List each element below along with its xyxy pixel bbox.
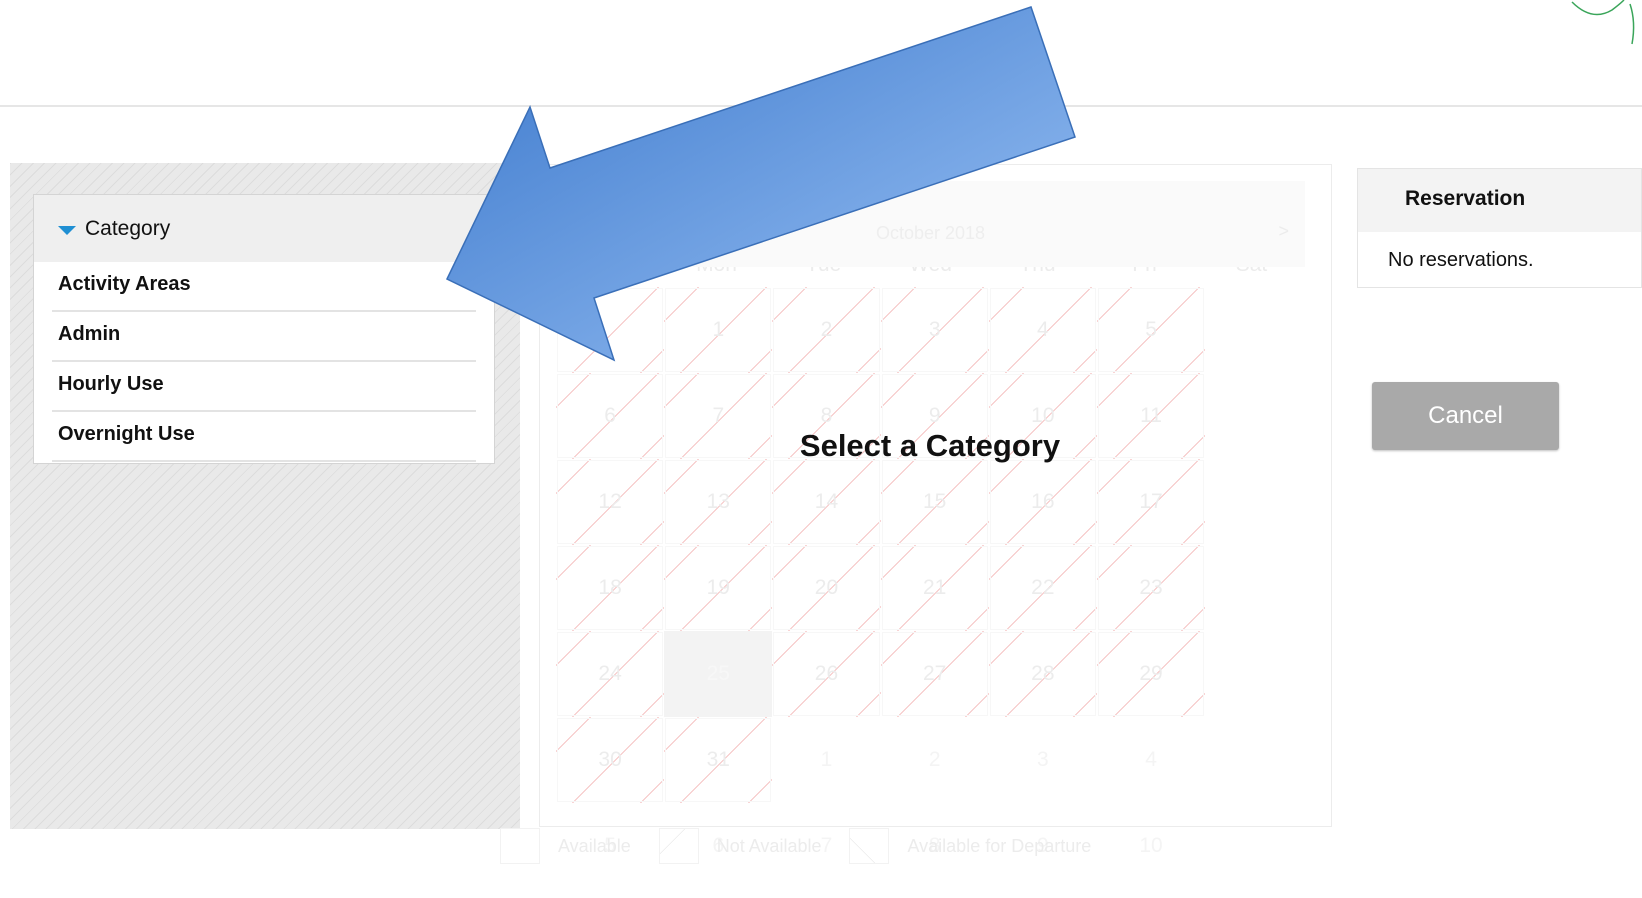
calendar-day-cell[interactable]: 12: [556, 459, 665, 545]
calendar-legend: Available Not Available Available for De…: [500, 826, 1119, 866]
category-item-hourly-use[interactable]: Hourly Use: [52, 362, 476, 412]
category-header-label: Category: [85, 216, 171, 240]
calendar-day-cell[interactable]: 29: [1096, 631, 1206, 717]
calendar-day-cell[interactable]: 1: [772, 717, 880, 803]
calendar-day-cell[interactable]: 19: [664, 545, 773, 631]
category-item-admin[interactable]: Admin: [52, 312, 476, 362]
calendar-day-cell[interactable]: 17: [1096, 459, 1206, 545]
legend-departure-label: Available for Departure: [907, 835, 1092, 856]
calendar-day-cell[interactable]: 4: [1097, 717, 1205, 803]
header-divider: [0, 105, 1642, 107]
calendar-day-cell[interactable]: 16: [988, 459, 1097, 545]
calendar-day-cell[interactable]: 3: [989, 717, 1097, 803]
cancel-button[interactable]: Cancel: [1372, 382, 1559, 450]
calendar-day-cell[interactable]: [556, 287, 665, 373]
leaf-logo-icon: [1571, 0, 1635, 45]
triangle-down-icon[interactable]: [58, 226, 76, 235]
calendar-day-cell[interactable]: 5: [1096, 287, 1206, 373]
calendar-day-cell[interactable]: 3: [880, 287, 989, 373]
reservation-empty-text: No reservations.: [1388, 249, 1534, 271]
availability-calendar: October 2018 > SunMonTueWedThuFriSat 123…: [539, 164, 1332, 857]
calendar-day-cell[interactable]: 2: [772, 287, 881, 373]
reservation-title: Reservation: [1358, 169, 1641, 232]
calendar-day-cell[interactable]: 31: [664, 717, 773, 803]
calendar-day-cell[interactable]: 21: [880, 545, 989, 631]
legend-available-swatch: [500, 828, 540, 864]
calendar-day-cell[interactable]: 20: [772, 545, 881, 631]
calendar-header: October 2018 >: [556, 181, 1305, 267]
calendar-day-cell[interactable]: 30: [556, 717, 665, 803]
category-item-activity-areas[interactable]: Activity Areas: [52, 262, 476, 312]
calendar-day-cell[interactable]: 23: [1096, 545, 1206, 631]
calendar-day-cell[interactable]: 2: [881, 717, 989, 803]
calendar-day-cell[interactable]: 28: [988, 631, 1097, 717]
calendar-day-cell[interactable]: 25: [664, 631, 773, 717]
select-category-message: Select a Category: [799, 428, 1061, 463]
legend-departure-swatch: [849, 828, 890, 864]
category-item-overnight-use[interactable]: Overnight Use: [52, 412, 476, 462]
calendar-day-cell[interactable]: 14: [772, 459, 881, 545]
category-panel: Category Activity Areas Admin Hourly Use…: [33, 194, 495, 464]
calendar-day-cell[interactable]: 22: [988, 545, 1097, 631]
legend-not-available-label: Not Available: [716, 835, 822, 856]
reservation-panel: Reservation No reservations.: [1357, 168, 1642, 288]
calendar-day-cell[interactable]: 27: [880, 631, 989, 717]
calendar-grid: 1 2 3 4 5 6 7 8 9 10 11 12 13 14 15 16 17 18 19 20 21 22 23 24 2…: [556, 287, 1305, 889]
calendar-day-cell[interactable]: 1: [664, 287, 773, 373]
next-month-icon[interactable]: >: [1278, 221, 1289, 242]
category-header[interactable]: Category: [34, 195, 494, 262]
calendar-day-cell[interactable]: 26: [772, 631, 881, 717]
calendar-day-cell[interactable]: 15: [880, 459, 989, 545]
category-list: Activity Areas Admin Hourly Use Overnigh…: [34, 262, 494, 462]
calendar-day-cell[interactable]: 24: [556, 631, 665, 717]
legend-not-available-swatch: [658, 828, 699, 864]
calendar-day-cell[interactable]: 4: [988, 287, 1097, 373]
legend-available-label: Available: [558, 835, 631, 856]
calendar-month-title: October 2018: [875, 223, 986, 243]
calendar-day-cell[interactable]: 13: [664, 459, 773, 545]
calendar-day-cell[interactable]: 18: [556, 545, 665, 631]
